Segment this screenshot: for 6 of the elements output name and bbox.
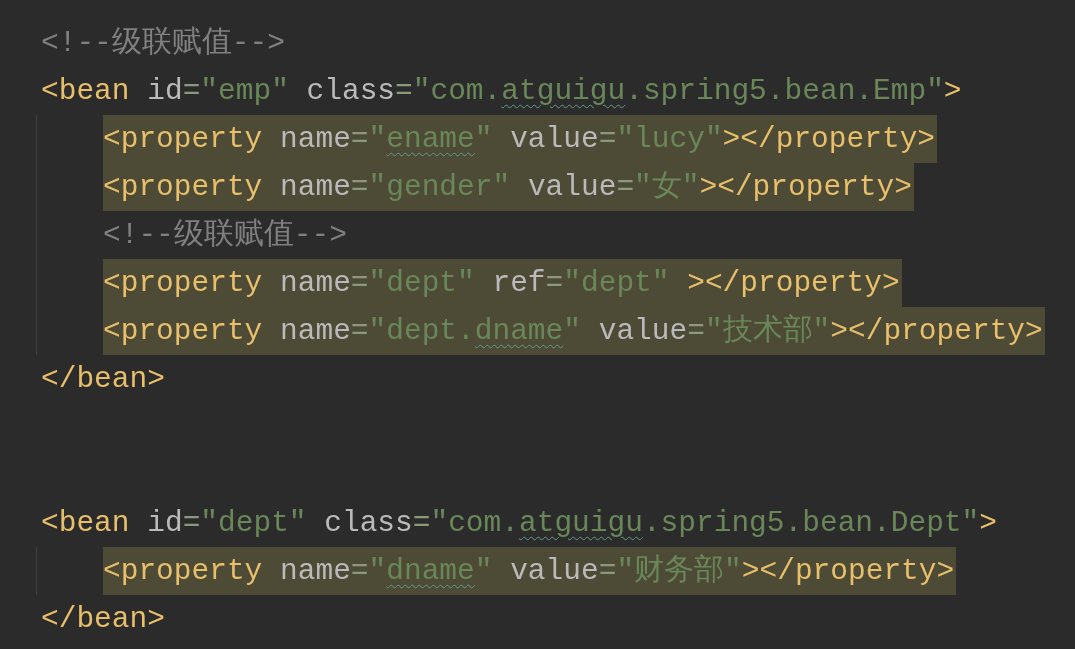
code-line: </bean>: [41, 361, 166, 398]
code-line: </bean>: [41, 601, 166, 638]
code-line: <bean id="dept" class="com.atguigu.spring5.bean.Dept">: [41, 505, 998, 542]
code-line: <bean id="emp" class="com.atguigu.spring5.bean.Emp">: [41, 73, 963, 110]
code-line: <!--级联赋值-->: [103, 217, 348, 254]
code-line: <!--级联赋值-->: [41, 25, 286, 62]
